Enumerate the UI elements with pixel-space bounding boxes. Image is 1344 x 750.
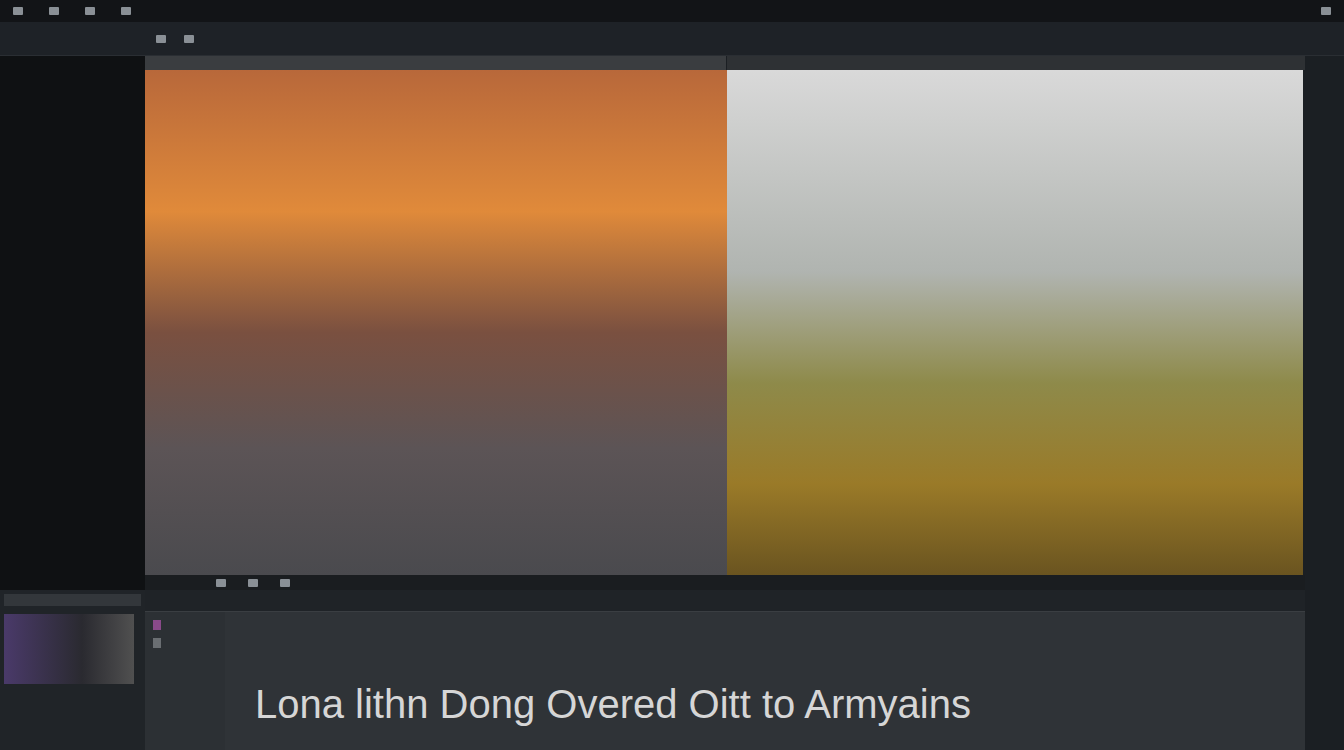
preview-controls (145, 575, 1305, 590)
tracks: Lona lithn Dong Overed Oitt to Armyains (225, 612, 1305, 750)
preview-row (145, 70, 1305, 575)
tool-bar (0, 22, 1344, 56)
right-gutter (1305, 56, 1344, 590)
video-editor: Lona lithn Dong Overed Oitt to Armyains (0, 0, 1344, 750)
view-icon[interactable] (84, 5, 96, 17)
timeline-caption: Lona lithn Dong Overed Oitt to Armyains (255, 680, 1305, 728)
tools-icon[interactable] (120, 5, 132, 17)
main-area (0, 56, 1344, 590)
program-label-bar (727, 56, 1305, 70)
program-preview[interactable] (727, 70, 1303, 575)
panel-tab-bar (4, 594, 141, 606)
loop-icon[interactable] (279, 577, 291, 589)
edit-icon[interactable] (48, 5, 60, 17)
bottom-area: Lona lithn Dong Overed Oitt to Armyains (0, 590, 1344, 750)
track-marker (153, 638, 161, 648)
clip-thumbnail[interactable] (4, 614, 134, 684)
media-panel (0, 56, 145, 590)
project-panel (0, 590, 145, 750)
menu-bar (0, 0, 1344, 22)
source-label-bar (145, 56, 727, 70)
window-icon[interactable] (1320, 5, 1332, 17)
play-icon[interactable] (215, 577, 227, 589)
track-marker (153, 620, 161, 630)
file-icon[interactable] (12, 5, 24, 17)
timeline-header (145, 590, 1305, 612)
source-preview[interactable] (145, 70, 727, 575)
track-headers (145, 612, 225, 750)
timeline-panel: Lona lithn Dong Overed Oitt to Armyains (145, 590, 1305, 750)
preview-area (145, 56, 1305, 590)
select-icon[interactable] (155, 33, 167, 45)
people-icon[interactable] (183, 33, 195, 45)
preview-header (145, 56, 1305, 70)
step-icon[interactable] (247, 577, 259, 589)
